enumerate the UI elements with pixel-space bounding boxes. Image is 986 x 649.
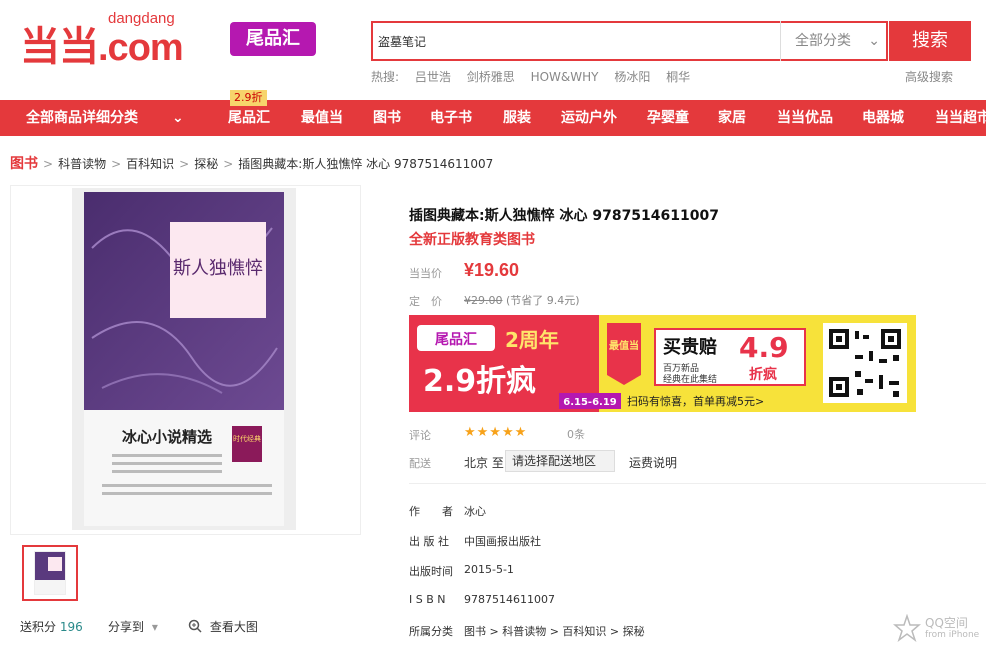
logo-domain: dangdang (108, 10, 175, 27)
breadcrumb-separator: > (111, 157, 122, 171)
share-label: 分享到 (108, 620, 145, 634)
points-info: 送积分 196 (20, 618, 83, 635)
breadcrumb-item[interactable]: 探秘 (194, 157, 218, 171)
all-categories-label: 全部商品详细分类 (26, 110, 138, 126)
nav-item-books[interactable]: 图书 (373, 100, 401, 136)
hot-term[interactable]: 吕世浩 (415, 70, 451, 84)
saving-text: (节省了 9.4元) (506, 294, 580, 307)
product-subtitle: 全新正版教育类图书 (409, 232, 535, 248)
book-badge-text: 时代经典 (233, 434, 261, 443)
logo-com: .com (98, 27, 184, 69)
banner-small-2: 经典在此集结 (663, 373, 717, 385)
meta-label-isbn: I S B N (409, 593, 446, 606)
list-price-label: 定 价 (409, 295, 442, 308)
nav-item-weipinhui[interactable]: 尾品汇 (228, 100, 270, 136)
thumbnail-image[interactable] (26, 549, 74, 597)
price-value: ¥19.60 (464, 260, 520, 280)
hot-label: 热搜: (371, 70, 400, 84)
nav-item-supermarket[interactable]: 当当超市 (935, 100, 986, 136)
watermark-line2: from iPhone (925, 630, 980, 640)
watermark-line1: QQ空间 (925, 616, 968, 630)
breadcrumb-current: 插图典藏本:斯人独憔悴 冰心 9787514611007 (238, 157, 494, 171)
review-count[interactable]: 0条 (567, 426, 585, 442)
chevron-down-icon: ⌄ (172, 110, 184, 126)
nav-item-outdoor[interactable]: 运动户外 (561, 100, 617, 136)
meta-value-category[interactable]: 图书 > 科普读物 > 百科知识 > 探秘 (464, 623, 645, 639)
meta-label-author: 作 者 (409, 505, 453, 518)
banner-scan-text: 扫码有惊喜，首单再减5元> (627, 394, 764, 408)
share-button[interactable]: 分享到 ▾ (108, 618, 158, 635)
nav-item-home[interactable]: 家居 (718, 100, 746, 136)
category-select[interactable]: 全部分类 ⌄ (780, 21, 888, 61)
logo-main: 当当 (20, 25, 99, 69)
banner-best-tag: 最值当 (609, 339, 639, 352)
star-logo-icon (893, 614, 921, 642)
weipinhui-tag[interactable]: 尾品汇 (230, 22, 316, 56)
shipping-fee-link[interactable]: 运费说明 (629, 454, 677, 471)
breadcrumb-separator: > (179, 157, 190, 171)
search-input[interactable]: 盗墓笔记 (378, 31, 768, 53)
meta-value-author[interactable]: 冰心 (464, 503, 486, 519)
breadcrumb: 图书 > 科普读物 > 百科知识 > 探秘 > 插图典藏本:斯人独憔悴 冰心 978751461… (10, 153, 493, 173)
points-value: 196 (59, 620, 83, 634)
points-label: 送积分 (20, 620, 57, 634)
review-label: 评论 (409, 429, 431, 442)
caret-down-icon: ▾ (151, 620, 158, 634)
meta-value-pubdate: 2015-5-1 (464, 563, 514, 576)
search-button[interactable]: 搜索 (889, 21, 971, 61)
book-series-title: 冰心小说精选 (122, 428, 212, 446)
banner-tag: 尾品汇 (435, 332, 477, 348)
all-categories-menu[interactable]: 全部商品详细分类 ⌄ (26, 100, 184, 136)
nav-item-clothing[interactable]: 服装 (503, 100, 531, 136)
meta-value-isbn: 9787514611007 (464, 593, 555, 606)
list-price: ¥29.00 (节省了 9.4元) (464, 292, 580, 308)
banner-promise: 买贵赔 (663, 336, 717, 358)
view-large-label: 查看大图 (209, 620, 258, 634)
meta-label-pubdate: 出版时间 (409, 565, 453, 578)
breadcrumb-item[interactable]: 图书 (10, 156, 38, 172)
product-title: 插图典藏本:斯人独憔悴 冰心 9787514611007 (409, 208, 719, 224)
banner-promise-discount: 4.9 (739, 331, 789, 364)
view-large-button[interactable]: 查看大图 (188, 618, 258, 635)
ship-from: 北京 至 (464, 456, 504, 470)
nav-item-zuizhidang[interactable]: 最值当 (301, 100, 343, 136)
price-label: 当当价 (409, 267, 442, 280)
breadcrumb-separator: > (43, 157, 54, 171)
book-cover-title: 斯人独憔悴 (173, 258, 263, 279)
hot-term[interactable]: HOW&WHY (531, 70, 599, 84)
nav-item-youpin[interactable]: 当当优品 (777, 100, 833, 136)
hot-search: 热搜: 吕世浩 剑桥雅思 HOW&WHY 杨冰阳 桐华 (371, 68, 702, 85)
meta-label-category: 所属分类 (409, 625, 453, 638)
breadcrumb-item[interactable]: 百科知识 (126, 157, 174, 171)
hot-term[interactable]: 杨冰阳 (614, 70, 650, 84)
banner-dates: 6.15-6.19 (563, 397, 617, 408)
qzone-watermark: QQ空间 from iPhone (893, 612, 983, 646)
banner-promise-discount-2: 折疯 (749, 366, 777, 383)
delivery-region-select[interactable]: 请选择配送地区 (505, 450, 615, 472)
hot-term[interactable]: 剑桥雅思 (467, 70, 515, 84)
rating-stars: ★★★★★ (464, 425, 528, 440)
breadcrumb-item[interactable]: 科普读物 (58, 157, 106, 171)
advanced-search-link[interactable]: 高级搜索 (905, 68, 953, 85)
nav-item-baby[interactable]: 孕婴童 (647, 100, 689, 136)
banner-small-1: 百万新品 (663, 362, 699, 374)
chevron-down-icon: ⌄ (868, 33, 880, 49)
divider (409, 483, 986, 484)
category-select-label: 全部分类 (795, 33, 851, 49)
hot-term[interactable]: 桐华 (666, 70, 690, 84)
breadcrumb-separator: > (223, 157, 234, 171)
banner-anniversary: 2周年 (505, 328, 559, 352)
meta-value-publisher[interactable]: 中国画报出版社 (464, 533, 541, 549)
shipping-label: 配送 (409, 457, 431, 470)
zoom-icon (188, 619, 202, 633)
nav-item-electronics[interactable]: 电器城 (862, 100, 904, 136)
list-price-value: ¥29.00 (464, 294, 503, 307)
book-cover-image[interactable]: 斯人独憔悴 冰心小说精选 时代经典 (72, 188, 296, 530)
meta-label-publisher: 出 版 社 (409, 535, 449, 548)
banner-discount: 2.9折疯 (423, 364, 536, 399)
nav-item-ebooks[interactable]: 电子书 (430, 100, 472, 136)
promo-banner[interactable]: 尾品汇 2周年 2.9折疯 6.15-6.19 最值当 买贵赔 4.9 百万新品… (409, 315, 916, 412)
